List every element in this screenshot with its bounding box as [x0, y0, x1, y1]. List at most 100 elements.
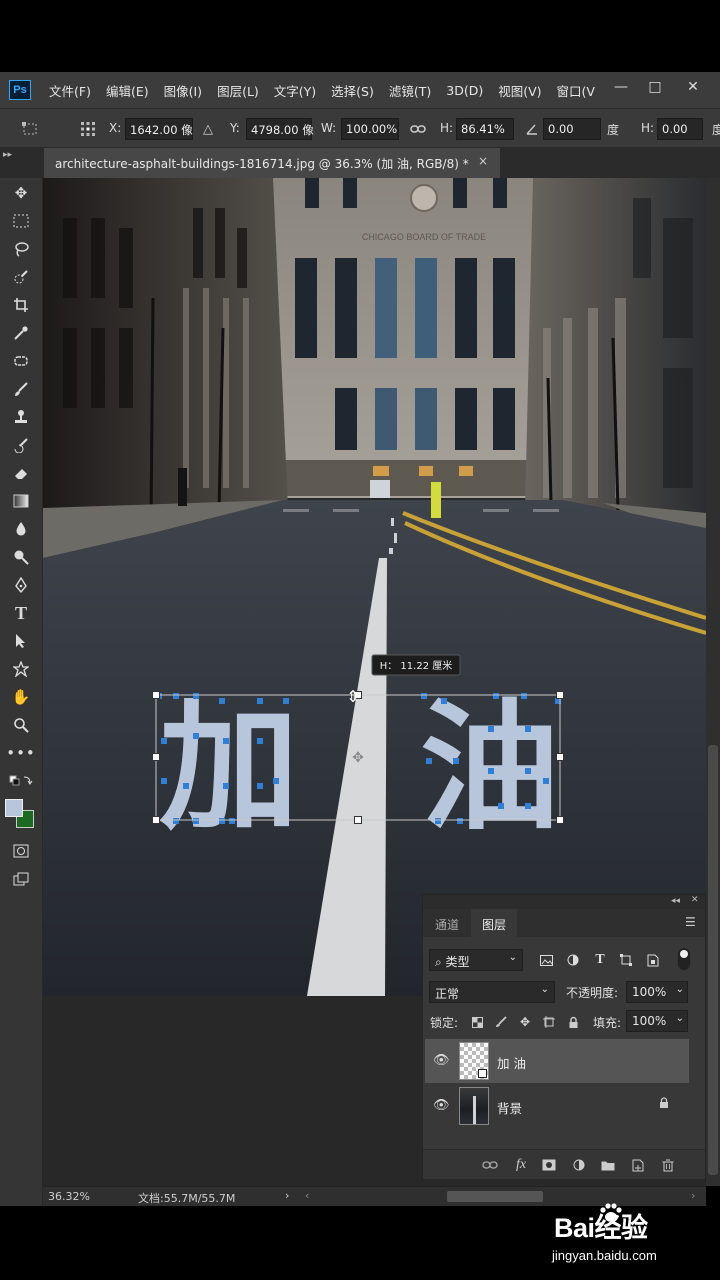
- tab-channels[interactable]: 通道: [427, 909, 467, 937]
- screen-mode-icon[interactable]: [8, 867, 34, 891]
- visibility-eye-icon[interactable]: 👁: [433, 1098, 450, 1113]
- pen-tool-icon[interactable]: [8, 573, 34, 597]
- eraser-tool-icon[interactable]: [8, 461, 34, 485]
- document-tab-bar: ▸▸ architecture-asphalt-buildings-181671…: [0, 148, 720, 178]
- filter-type-icon[interactable]: T: [591, 951, 609, 969]
- new-group-folder-icon[interactable]: [599, 1157, 617, 1173]
- lock-label: 锁定:: [430, 1016, 459, 1030]
- layer-style-fx-icon[interactable]: fx: [512, 1157, 530, 1173]
- lock-all-icon[interactable]: [564, 1013, 582, 1031]
- blur-tool-icon[interactable]: [8, 517, 34, 541]
- type-tool-icon[interactable]: T: [8, 601, 34, 625]
- tools-panel: ✥ T ✋ •••: [0, 178, 43, 1206]
- marquee-tool-icon[interactable]: [8, 209, 34, 233]
- filter-smart-object-icon[interactable]: [644, 951, 662, 969]
- layers-panel: ◂◂ ✕ 通道 图层 ☰ ⌕ 类型 ⌄ T 正常 ⌄ 不透明度: 100% ⌄ 锁定:…: [422, 894, 706, 1180]
- menu-select[interactable]: 选择(S): [331, 81, 374, 100]
- more-tools-icon[interactable]: •••: [6, 741, 35, 765]
- menu-layer[interactable]: 图层(L): [217, 81, 259, 100]
- menu-image[interactable]: 图像(I): [164, 81, 202, 100]
- lasso-tool-icon[interactable]: [8, 237, 34, 261]
- menu-edit[interactable]: 编辑(E): [106, 81, 149, 100]
- restore-button[interactable]: □: [638, 72, 672, 102]
- gradient-tool-icon[interactable]: [8, 489, 34, 513]
- delta-icon[interactable]: △: [198, 119, 218, 139]
- menu-type[interactable]: 文字(Y): [274, 81, 316, 100]
- filter-shape-icon[interactable]: [617, 951, 635, 969]
- lock-transparency-icon[interactable]: [468, 1013, 486, 1031]
- swap-colors-icon[interactable]: [8, 769, 34, 793]
- lock-position-icon[interactable]: ✥: [516, 1013, 534, 1031]
- lock-artboard-icon[interactable]: [540, 1013, 558, 1031]
- building-sign-text: CHICAGO BOARD OF TRADE: [362, 232, 486, 242]
- layer-filter-select[interactable]: ⌕ 类型 ⌄: [429, 949, 523, 971]
- move-tool-icon[interactable]: ✥: [8, 181, 34, 205]
- chevron-down-icon: ⌄: [540, 984, 549, 995]
- scroll-left-icon[interactable]: ‹: [305, 1189, 309, 1202]
- zoom-tool-icon[interactable]: [8, 713, 34, 737]
- rotate-angle-input[interactable]: 0.00: [543, 118, 601, 140]
- close-tab-icon[interactable]: ×: [478, 154, 488, 168]
- quick-mask-icon[interactable]: [8, 839, 34, 863]
- opacity-input[interactable]: 100% ⌄: [626, 981, 688, 1003]
- height-percent-input[interactable]: 86.41%: [456, 118, 514, 140]
- panel-close-icon[interactable]: ✕: [691, 895, 699, 905]
- layer-row-text[interactable]: 👁 加 油: [425, 1039, 689, 1083]
- menu-window[interactable]: 窗口(V: [557, 81, 595, 100]
- layer-row-background[interactable]: 👁 背景: [425, 1084, 689, 1128]
- menu-filter[interactable]: 滤镜(T): [389, 81, 431, 100]
- filter-adjustment-icon[interactable]: [564, 951, 582, 969]
- custom-shape-tool-icon[interactable]: [8, 657, 34, 681]
- width-percent-input[interactable]: 100.00%: [341, 118, 399, 140]
- x-position-input[interactable]: 1642.00 像: [125, 118, 193, 140]
- brush-tool-icon[interactable]: [8, 377, 34, 401]
- crop-tool-icon[interactable]: [8, 293, 34, 317]
- rotate-angle-icon: [522, 119, 542, 139]
- link-layers-icon[interactable]: [481, 1157, 499, 1173]
- clone-stamp-tool-icon[interactable]: [8, 405, 34, 429]
- eyedropper-tool-icon[interactable]: [8, 321, 34, 345]
- vertical-scroll-thumb[interactable]: [708, 745, 718, 1175]
- delete-layer-trash-icon[interactable]: [659, 1157, 677, 1173]
- angle-unit: 度: [607, 123, 620, 137]
- fill-input[interactable]: 100% ⌄: [626, 1010, 688, 1032]
- blend-mode-select[interactable]: 正常 ⌄: [429, 981, 555, 1003]
- new-layer-icon[interactable]: [629, 1157, 647, 1173]
- filter-toggle[interactable]: [678, 948, 690, 970]
- hand-tool-icon[interactable]: ✋: [8, 685, 34, 709]
- w-label: W:: [321, 121, 337, 135]
- quick-selection-tool-icon[interactable]: [8, 265, 34, 289]
- menu-view[interactable]: 视图(V): [498, 81, 541, 100]
- minimize-button[interactable]: —: [604, 72, 638, 102]
- status-menu-arrow-icon[interactable]: ›: [285, 1189, 289, 1202]
- add-mask-icon[interactable]: [540, 1157, 558, 1173]
- filter-search-icon: ⌕: [435, 955, 446, 969]
- adjustment-layer-icon[interactable]: [570, 1157, 588, 1173]
- panel-menu-icon[interactable]: ☰: [685, 915, 696, 929]
- horizontal-scroll-thumb[interactable]: [447, 1191, 543, 1202]
- path-selection-tool-icon[interactable]: [8, 629, 34, 653]
- collapse-chevron-icon[interactable]: ▸▸: [3, 150, 12, 160]
- tab-layers[interactable]: 图层: [471, 909, 517, 937]
- y-position-input[interactable]: 4798.00 像: [246, 118, 314, 140]
- watermark-logo-text: Bai经验: [554, 1213, 648, 1243]
- menu-file[interactable]: 文件(F): [49, 81, 91, 100]
- panel-collapse-icon[interactable]: ◂◂: [671, 896, 680, 906]
- menu-3d[interactable]: 3D(D): [446, 83, 483, 98]
- history-brush-tool-icon[interactable]: [8, 433, 34, 457]
- filter-pixel-icon[interactable]: [537, 951, 555, 969]
- link-aspect-icon[interactable]: [408, 119, 428, 139]
- close-window-button[interactable]: ✕: [676, 72, 710, 102]
- zoom-level[interactable]: 36.32%: [48, 1190, 90, 1203]
- visibility-eye-icon[interactable]: 👁: [433, 1053, 450, 1068]
- foreground-color-swatch[interactable]: [5, 799, 23, 817]
- h-skew-input[interactable]: 0.00: [657, 118, 703, 140]
- dodge-tool-icon[interactable]: [8, 545, 34, 569]
- lock-pixels-icon[interactable]: [492, 1013, 510, 1031]
- chevron-down-icon: ⌄: [508, 952, 517, 963]
- photoshop-app-icon[interactable]: Ps: [9, 80, 31, 100]
- reference-point-icon[interactable]: [78, 119, 98, 139]
- document-tab[interactable]: architecture-asphalt-buildings-1816714.j…: [44, 148, 500, 178]
- layer-thumbnail-transparent: [459, 1042, 489, 1080]
- healing-brush-tool-icon[interactable]: [8, 349, 34, 373]
